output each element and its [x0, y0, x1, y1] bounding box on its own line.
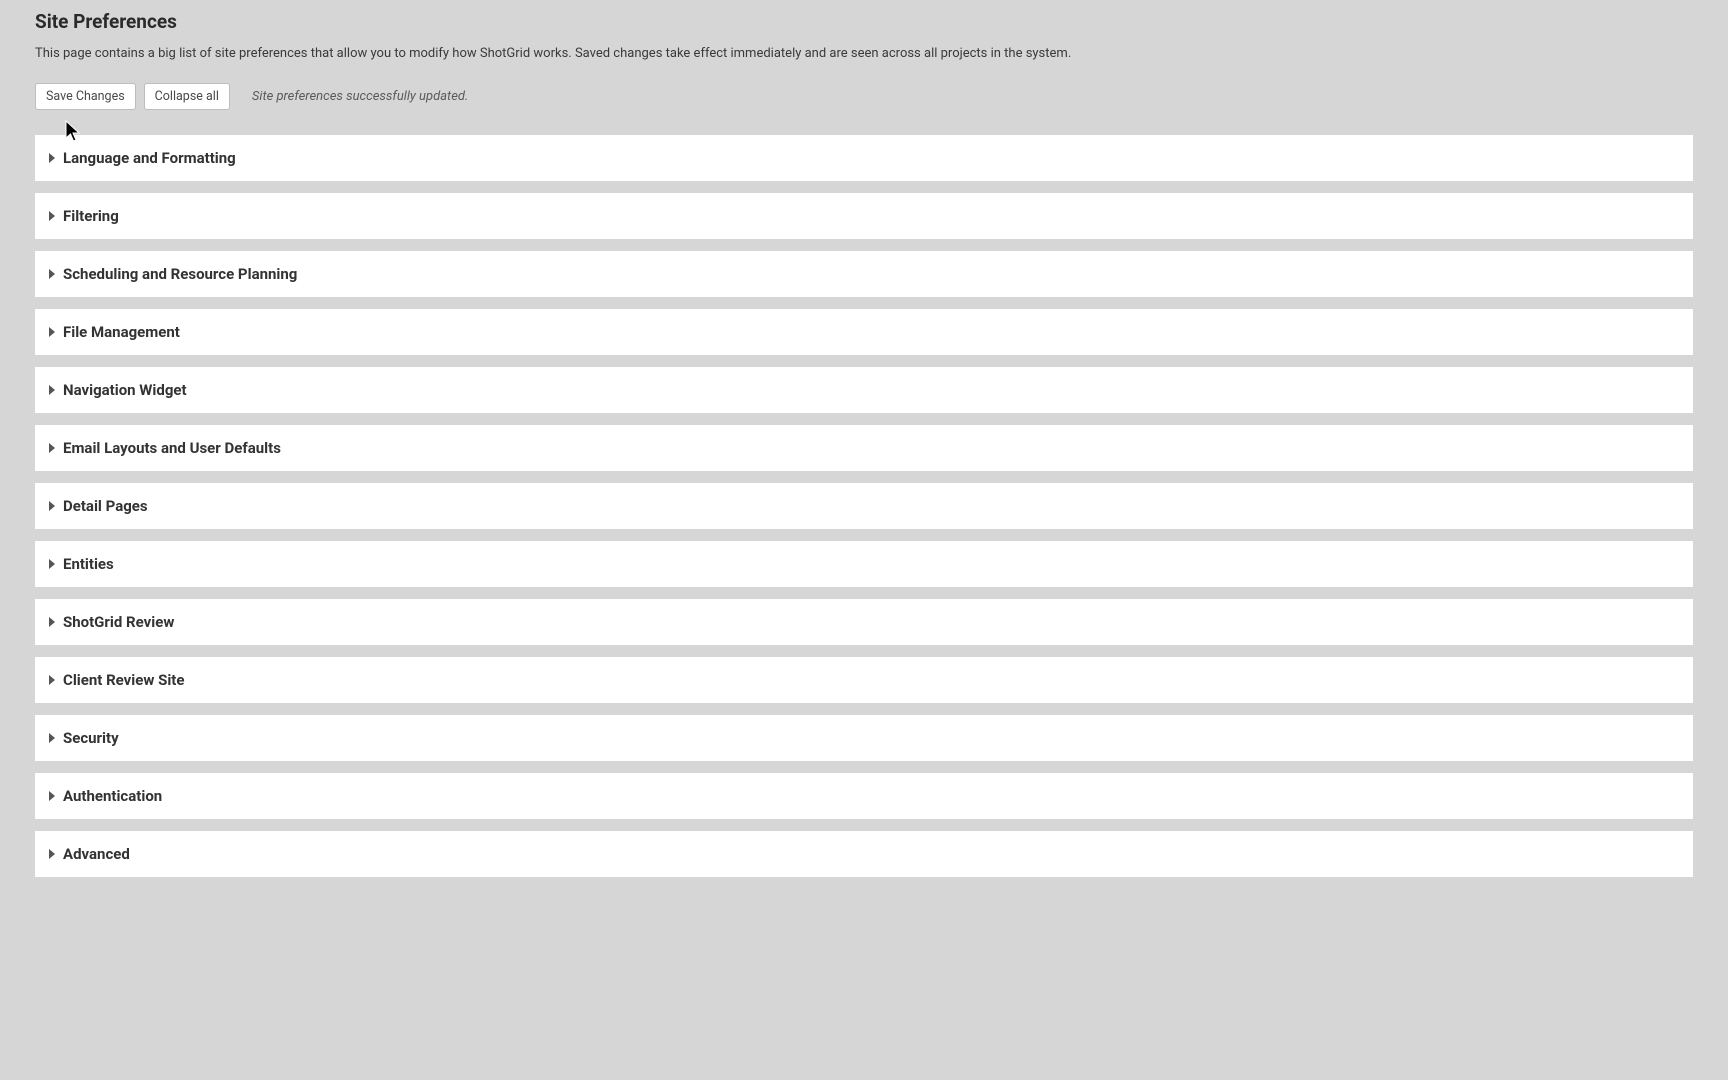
- section-title: Filtering: [63, 207, 119, 225]
- page-title: Site Preferences: [35, 10, 1693, 33]
- chevron-right-icon: [49, 791, 55, 801]
- chevron-right-icon: [49, 211, 55, 221]
- toolbar: Save Changes Collapse all Site preferenc…: [35, 83, 1693, 135]
- chevron-right-icon: [49, 153, 55, 163]
- section-title: Client Review Site: [63, 671, 184, 689]
- section-title: Security: [63, 729, 119, 747]
- chevron-right-icon: [49, 385, 55, 395]
- section-navigation-widget[interactable]: Navigation Widget: [35, 367, 1693, 413]
- save-changes-button[interactable]: Save Changes: [35, 83, 136, 110]
- section-title: Authentication: [63, 787, 162, 805]
- section-shotgrid-review[interactable]: ShotGrid Review: [35, 599, 1693, 645]
- chevron-right-icon: [49, 443, 55, 453]
- section-title: Email Layouts and User Defaults: [63, 439, 281, 457]
- status-message: Site preferences successfully updated.: [252, 89, 468, 104]
- chevron-right-icon: [49, 675, 55, 685]
- chevron-right-icon: [49, 501, 55, 511]
- section-filtering[interactable]: Filtering: [35, 193, 1693, 239]
- section-security[interactable]: Security: [35, 715, 1693, 761]
- section-detail-pages[interactable]: Detail Pages: [35, 483, 1693, 529]
- section-title: File Management: [63, 323, 180, 341]
- section-advanced[interactable]: Advanced: [35, 831, 1693, 877]
- section-title: Entities: [63, 555, 114, 573]
- section-email-layouts[interactable]: Email Layouts and User Defaults: [35, 425, 1693, 471]
- section-entities[interactable]: Entities: [35, 541, 1693, 587]
- section-scheduling[interactable]: Scheduling and Resource Planning: [35, 251, 1693, 297]
- collapse-all-button[interactable]: Collapse all: [144, 83, 230, 110]
- section-title: Advanced: [63, 845, 130, 863]
- section-title: Navigation Widget: [63, 381, 187, 399]
- chevron-right-icon: [49, 849, 55, 859]
- section-client-review-site[interactable]: Client Review Site: [35, 657, 1693, 703]
- page-description: This page contains a big list of site pr…: [35, 45, 1693, 63]
- chevron-right-icon: [49, 269, 55, 279]
- section-title: ShotGrid Review: [63, 613, 174, 631]
- page-header: Site Preferences This page contains a bi…: [0, 0, 1728, 135]
- section-language-and-formatting[interactable]: Language and Formatting: [35, 135, 1693, 181]
- section-title: Language and Formatting: [63, 149, 236, 167]
- chevron-right-icon: [49, 327, 55, 337]
- section-file-management[interactable]: File Management: [35, 309, 1693, 355]
- chevron-right-icon: [49, 617, 55, 627]
- sections-container: Language and Formatting Filtering Schedu…: [0, 135, 1728, 877]
- chevron-right-icon: [49, 733, 55, 743]
- section-authentication[interactable]: Authentication: [35, 773, 1693, 819]
- chevron-right-icon: [49, 559, 55, 569]
- section-title: Scheduling and Resource Planning: [63, 265, 297, 283]
- section-title: Detail Pages: [63, 497, 148, 515]
